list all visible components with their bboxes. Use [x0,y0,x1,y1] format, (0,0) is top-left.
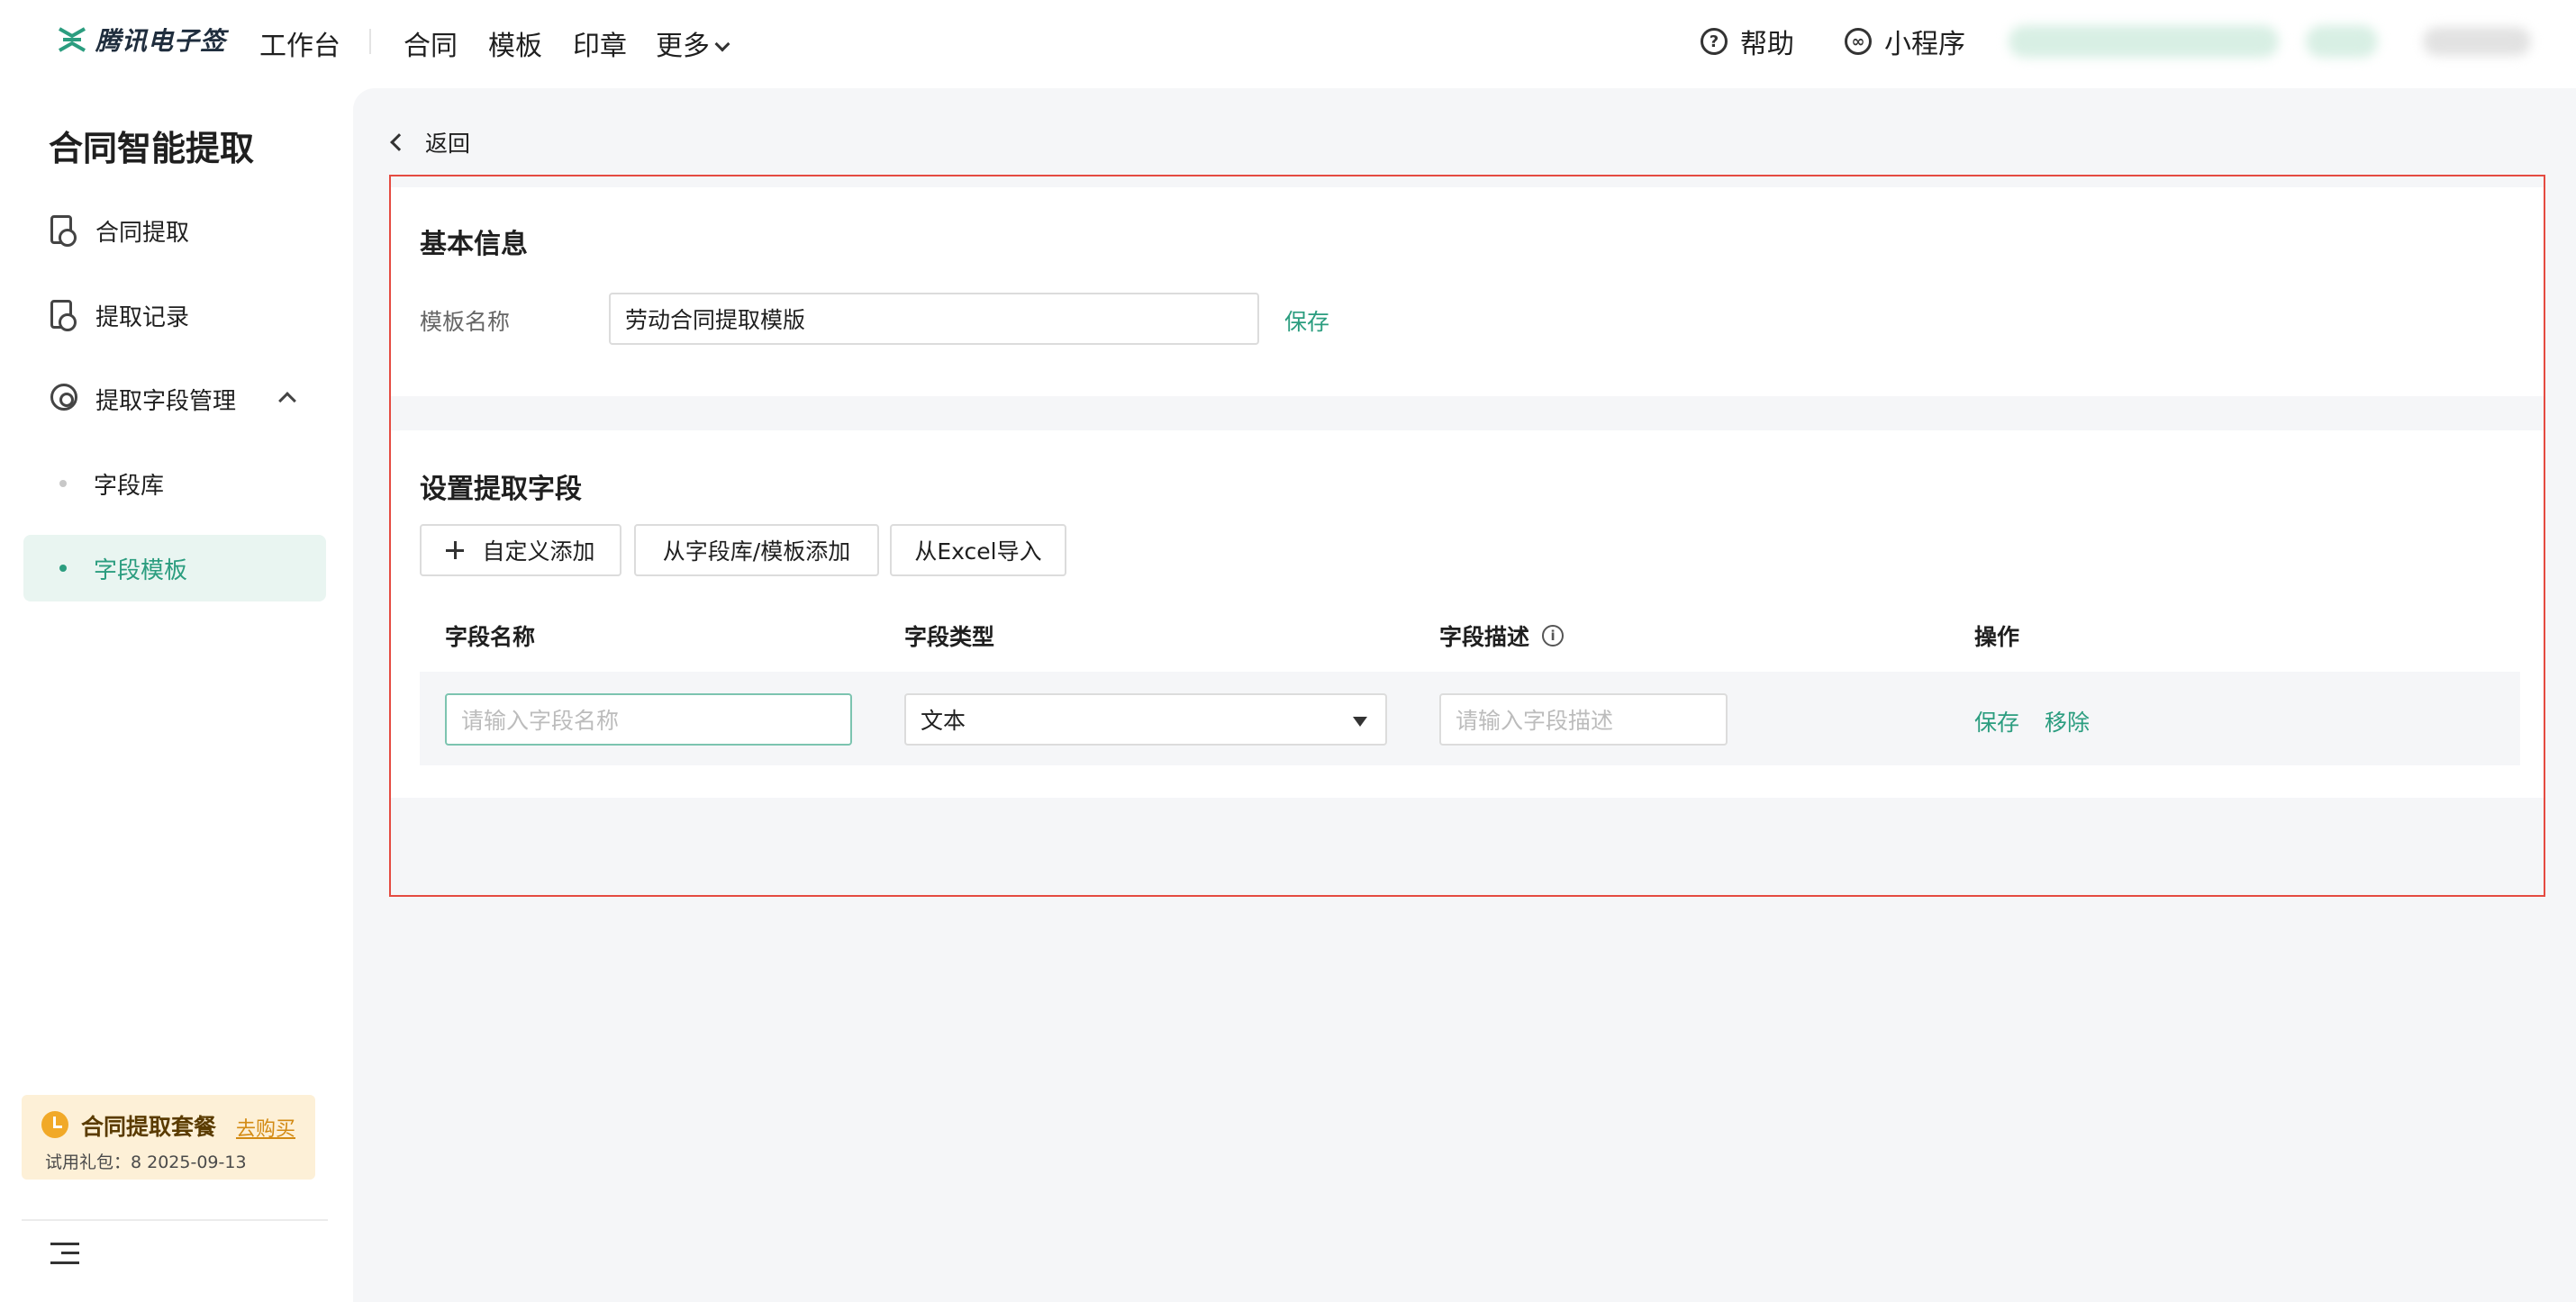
chevron-up-icon [278,392,296,410]
logo-icon [59,27,86,52]
back-label: 返回 [425,131,471,157]
nav-contract[interactable]: 合同 [404,23,458,63]
miniprogram-label: 小程序 [1884,29,1965,60]
sidebar-sub-label: 字段库 [94,472,165,500]
nav-template[interactable]: 模板 [488,23,542,63]
brand-name: 腾讯电子签 [95,26,227,56]
settings-icon [50,384,77,414]
sidebar: 合同智能提取 合同提取 提取记录 提取字段管理 字段库 字段模板 合同提取套餐 … [0,83,353,1302]
bullet-dot [59,565,67,572]
bullet-dot [59,480,67,487]
sidebar-item-field-template[interactable]: 字段模板 [23,535,326,601]
chevron-left-icon [390,133,408,151]
nav-more-label: 更多 [656,31,710,62]
top-navigation-bar: 腾讯电子签 工作台 合同 模板 印章 更多 ? 帮助 ∞ 小程序 [0,0,2576,83]
sidebar-item-field-management[interactable]: 提取字段管理 [23,366,326,432]
sidebar-item-label: 合同提取 [95,219,190,247]
nav-more[interactable]: 更多 [656,23,730,63]
miniprogram-icon: ∞ [1845,28,1872,55]
sidebar-title: 合同智能提取 [49,129,255,168]
account-tag-chip [2306,25,2378,58]
sidebar-item-contract-extract[interactable]: 合同提取 [23,197,326,264]
account-organization-chip[interactable] [2009,25,2279,58]
nav-divider [369,29,371,54]
sidebar-item-label: 提取字段管理 [95,387,237,415]
highlight-frame [389,175,2545,897]
document-icon [50,300,77,331]
help-icon: ? [1701,28,1728,55]
sidebar-item-extract-records[interactable]: 提取记录 [23,282,326,348]
collapse-sidebar-icon[interactable] [50,1241,79,1266]
plan-title: 合同提取套餐 [81,1114,217,1140]
sidebar-divider [22,1219,328,1221]
brand-logo[interactable]: 腾讯电子签 [56,22,226,58]
clock-icon [41,1111,68,1138]
help-button[interactable]: ? 帮助 [1701,22,1794,61]
back-button[interactable]: 返回 [390,126,471,158]
user-avatar[interactable] [2423,27,2531,56]
buy-link[interactable]: 去购买 [236,1113,295,1142]
sidebar-item-label: 提取记录 [95,303,190,331]
miniprogram-button[interactable]: ∞ 小程序 [1845,22,1965,61]
nav-workbench[interactable]: 工作台 [259,23,340,63]
nav-seal[interactable]: 印章 [573,23,627,63]
document-icon [50,215,77,247]
sidebar-item-field-library[interactable]: 字段库 [23,450,326,517]
plan-info: 试用礼包：8 2025-09-13 [45,1153,247,1172]
chevron-down-icon [714,36,730,52]
sidebar-sub-label: 字段模板 [94,556,188,584]
plan-card: 合同提取套餐 去购买 试用礼包：8 2025-09-13 [22,1095,315,1180]
help-label: 帮助 [1740,29,1794,60]
